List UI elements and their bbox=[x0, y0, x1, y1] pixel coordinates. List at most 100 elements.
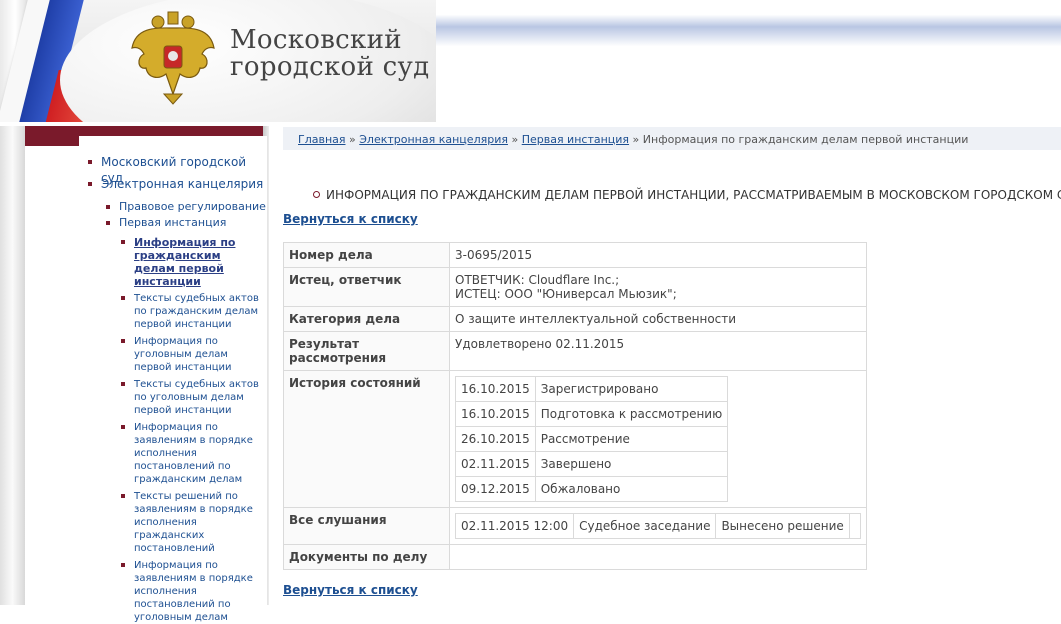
table-row: Номер дела 3-0695/2015 bbox=[283, 242, 867, 268]
sidebar-item-e-chancery[interactable]: Электронная канцелярия bbox=[79, 176, 267, 200]
case-number-label: Номер дела bbox=[283, 242, 450, 268]
history-date: 26.10.2015 bbox=[455, 426, 536, 452]
sidebar-item-civil-acts[interactable]: Тексты судебных актов по гражданским дел… bbox=[79, 292, 259, 331]
breadcrumb-current: Информация по гражданским делам первой и… bbox=[642, 133, 969, 146]
history-status: Обжаловано bbox=[534, 476, 729, 502]
site-header: Московский городской суд bbox=[0, 0, 1061, 123]
history-status: Зарегистрировано bbox=[534, 376, 729, 402]
hearing-extra bbox=[848, 513, 861, 539]
sidebar-item-label: Правовое регулирование bbox=[119, 200, 266, 213]
history-cell: 16.10.2015 Зарегистрировано 16.10.2015 Под… bbox=[449, 370, 867, 508]
table-row: Результат рассмотрения Удовлетворено 02.… bbox=[283, 331, 867, 371]
sidebar-item-label: Информация по заявлениям в порядке испол… bbox=[134, 560, 253, 623]
documents-label: Документы по делу bbox=[283, 544, 450, 570]
table-row: Истец, ответчик ОТВЕТЧИК: Cloudflare Inc… bbox=[283, 267, 867, 307]
history-row: 16.10.2015 Зарегистрировано bbox=[455, 376, 729, 402]
breadcrumb-home-link[interactable]: Главная bbox=[298, 133, 346, 146]
bullet-icon bbox=[88, 182, 92, 186]
history-row: 09.12.2015 Обжаловано bbox=[455, 476, 729, 502]
category-label: Категория дела bbox=[283, 306, 450, 332]
history-row: 16.10.2015 Подготовка к рассмотрению bbox=[455, 401, 729, 427]
bullet-icon bbox=[121, 339, 125, 343]
left-decorative-bar bbox=[0, 126, 25, 605]
sidebar-item-criminal-cases-info[interactable]: Информация по уголовным делам первой инс… bbox=[79, 335, 259, 374]
history-table: 16.10.2015 Зарегистрировано 16.10.2015 Под… bbox=[455, 376, 729, 502]
breadcrumb-separator: » bbox=[632, 133, 640, 146]
sidebar-item-label: Тексты судебных актов по уголовным делам… bbox=[134, 379, 259, 416]
sidebar-item-civil-cases-info[interactable]: Информация по гражданским делам первой и… bbox=[79, 236, 259, 288]
sidebar-item-civil-execution-info[interactable]: Информация по заявлениям в порядке испол… bbox=[79, 421, 259, 486]
header-banner[interactable]: Московский городской суд bbox=[0, 0, 436, 122]
sidebar-item-legal-regulation[interactable]: Правовое регулирование bbox=[79, 200, 267, 216]
sidebar-item-label: Первая инстанция bbox=[119, 216, 227, 229]
history-row: 02.11.2015 Завершено bbox=[455, 451, 729, 477]
case-details-table: Номер дела 3-0695/2015 Истец, ответчик О… bbox=[283, 242, 867, 570]
history-date: 16.10.2015 bbox=[455, 401, 536, 427]
bullet-icon bbox=[121, 494, 125, 498]
history-label: История состояний bbox=[283, 370, 450, 508]
sidebar-item-label: Информация по уголовным делам первой инс… bbox=[134, 336, 232, 373]
sidebar-item-civil-execution-texts[interactable]: Тексты решений по заявлениям в порядке и… bbox=[79, 490, 259, 555]
hearings-cell: 02.11.2015 12:00 Судебное заседание Выне… bbox=[449, 507, 867, 545]
coat-of-arms-icon bbox=[131, 11, 215, 105]
bullet-icon bbox=[106, 205, 110, 209]
back-to-list-link-bottom[interactable]: Вернуться к списку bbox=[283, 583, 418, 597]
history-status: Завершено bbox=[534, 451, 729, 477]
breadcrumb: Главная » Электронная канцелярия » Перва… bbox=[298, 133, 968, 146]
documents-value bbox=[449, 544, 867, 570]
history-status: Подготовка к рассмотрению bbox=[534, 401, 729, 427]
breadcrumb-chancery-link[interactable]: Электронная канцелярия bbox=[359, 133, 508, 146]
page-title: ИНФОРМАЦИЯ ПО ГРАЖДАНСКИМ ДЕЛАМ ПЕРВОЙ И… bbox=[313, 188, 1061, 202]
breadcrumb-separator: » bbox=[349, 133, 356, 146]
hearing-datetime: 02.11.2015 12:00 bbox=[454, 513, 575, 539]
defendant-value: ОТВЕТЧИК: Cloudflare Inc.; bbox=[455, 273, 620, 287]
sidebar-item-label: Тексты судебных актов по гражданским дел… bbox=[134, 293, 259, 330]
plaintiff-value: ИСТЕЦ: ООО "Юниверсал Мьюзик"; bbox=[455, 287, 677, 301]
category-value: О защите интеллектуальной собственности bbox=[449, 306, 867, 332]
result-value: Удовлетворено 02.11.2015 bbox=[449, 331, 867, 371]
hearing-type: Судебное заседание bbox=[573, 513, 717, 539]
parties-value: ОТВЕТЧИК: Cloudflare Inc.; ИСТЕЦ: ООО "Ю… bbox=[449, 267, 867, 307]
bullet-icon bbox=[121, 382, 125, 386]
history-row: 26.10.2015 Рассмотрение bbox=[455, 426, 729, 452]
sidebar-item-first-instance[interactable]: Первая инстанция bbox=[79, 216, 267, 236]
sidebar-item-criminal-acts[interactable]: Тексты судебных актов по уголовным делам… bbox=[79, 378, 259, 417]
table-row: Все слушания 02.11.2015 12:00 Судебное з… bbox=[283, 507, 867, 545]
bullet-icon bbox=[88, 160, 92, 164]
header-decorative-strip bbox=[436, 0, 1061, 122]
site-title[interactable]: Московский городской суд bbox=[230, 27, 429, 81]
hearings-table: 02.11.2015 12:00 Судебное заседание Выне… bbox=[454, 513, 861, 539]
result-label: Результат рассмотрения bbox=[283, 331, 450, 371]
sidebar-item-criminal-execution-info[interactable]: Информация по заявлениям в порядке испол… bbox=[79, 559, 259, 624]
table-row: Документы по делу bbox=[283, 544, 867, 570]
sidebar-item-label: Информация по гражданским делам первой и… bbox=[134, 236, 236, 288]
site-title-line1: Московский bbox=[230, 25, 402, 55]
bullet-icon bbox=[121, 425, 125, 429]
sidebar: Московский городской суд Электронная кан… bbox=[79, 136, 267, 623]
parties-label: Истец, ответчик bbox=[283, 267, 450, 307]
sidebar-item-label: Электронная канцелярия bbox=[101, 177, 264, 191]
case-number-value: 3-0695/2015 bbox=[449, 242, 867, 268]
breadcrumb-separator: » bbox=[511, 133, 519, 146]
breadcrumb-first-instance-link[interactable]: Первая инстанция bbox=[522, 133, 629, 146]
history-date: 16.10.2015 bbox=[455, 376, 536, 402]
hearing-result: Вынесено решение bbox=[715, 513, 850, 539]
history-date: 09.12.2015 bbox=[455, 476, 536, 502]
sidebar-nav: Московский городской суд Электронная кан… bbox=[79, 136, 267, 624]
page-title-text: ИНФОРМАЦИЯ ПО ГРАЖДАНСКИМ ДЕЛАМ ПЕРВОЙ И… bbox=[326, 188, 1061, 202]
bullet-icon bbox=[121, 563, 125, 567]
sidebar-item-label: Информация по заявлениям в порядке испол… bbox=[134, 422, 253, 485]
back-to-list-link-top[interactable]: Вернуться к списку bbox=[283, 212, 418, 226]
sidebar-item-moscow-city-court[interactable]: Московский городской суд bbox=[79, 154, 267, 185]
site-title-line2: городской суд bbox=[230, 52, 430, 82]
bullet-icon bbox=[106, 221, 110, 225]
sidebar-item-label: Тексты решений по заявлениям в порядке и… bbox=[134, 491, 253, 554]
heading-bullet-icon bbox=[313, 191, 320, 198]
table-row: История состояний 16.10.2015 Зарегистриро… bbox=[283, 370, 867, 508]
bullet-icon bbox=[121, 240, 125, 244]
history-status: Рассмотрение bbox=[534, 426, 729, 452]
table-row: Категория дела О защите интеллектуальной… bbox=[283, 306, 867, 332]
bullet-icon bbox=[121, 296, 125, 300]
history-date: 02.11.2015 bbox=[455, 451, 536, 477]
hearings-label: Все слушания bbox=[283, 507, 450, 545]
